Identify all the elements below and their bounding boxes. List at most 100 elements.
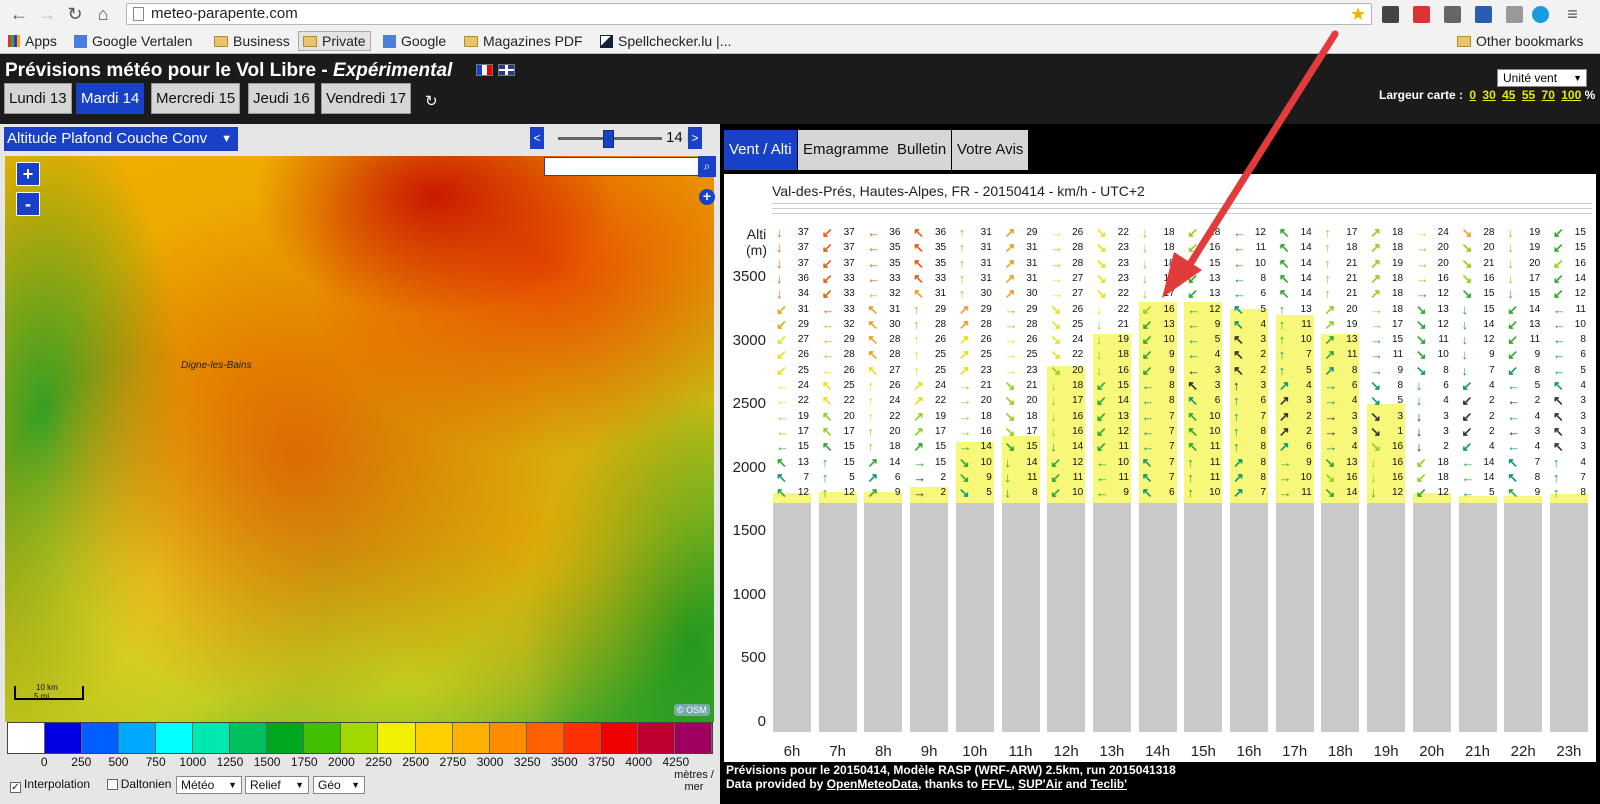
osm-attribution[interactable]: © OSM	[674, 704, 710, 716]
back-icon[interactable]: ←	[8, 3, 30, 25]
supair-link[interactable]: SUP'Air	[1018, 777, 1062, 791]
wind-column[interactable]: → 26 → 28 → 28 → 27 → 27 ↘ 26 ↘ 25 ↘ 24 ↘ 22 ↘ 20 ↓ 18 ↓ 17 ↓ 16 ↓…	[1046, 222, 1087, 732]
wind-column[interactable]: ↓ 19 ↓ 19 ↓ 20 ↓ 17 ↓ 15 ↙ 14 ↙ 13 ↙ 11 ↙ 9 ↙ 8 ← 5 ← 2 ← 4 ← 3 ← 4 ↖ 7…	[1503, 222, 1544, 732]
wind-column[interactable]: ↗ 29 ↗ 31 ↗ 31 ↗ 31 ↗ 30 → 29 → 28 → 26 → 25 → 23 ↘ 21 ↘ 20 ↘ 18 ↘…	[1000, 222, 1041, 732]
wind-column[interactable]: ↗ 18 ↗ 18 ↗ 19 ↗ 18 ↗ 18 → 18 → 17 → 15 → 11 → 9 ↘ 8 ↘ 5 ↘ 3 ↘ 1 ↘ 16…	[1366, 222, 1407, 732]
download-icon[interactable]	[1475, 6, 1492, 23]
bookmark-spellchecker[interactable]: Spellchecker.lu |...	[600, 32, 731, 50]
map-width-70[interactable]: 70	[1542, 88, 1555, 102]
wind-speed: 37	[797, 242, 809, 254]
bookmark-magazines[interactable]: Magazines PDF	[464, 32, 583, 50]
layer-select[interactable]: Altitude Plafond Couche Conv ▼	[4, 127, 238, 151]
flag-uk-icon[interactable]	[498, 64, 515, 76]
wind-column[interactable]: ↓ 37 ↓ 37 ↓ 37 ↓ 36 ↓ 34 ↙ 31 ↙ 29 ↙ 27 ↙ 26 ↙ 25 ← 24 ← 22 ← 19 ←…	[772, 222, 812, 732]
bookmark-apps[interactable]: Apps	[8, 32, 57, 50]
wind-cell: ← 7	[1139, 424, 1177, 439]
reload-icon[interactable]: ↻	[64, 3, 86, 25]
wind-arrow-icon: ↘	[1095, 286, 1107, 302]
map-width-45[interactable]: 45	[1502, 88, 1515, 102]
hour-next-button[interactable]: >	[688, 127, 702, 149]
zoom-in-button[interactable]: +	[16, 162, 40, 186]
bookmark-google-vertalen[interactable]: Google Vertalen	[74, 32, 192, 50]
forward-icon[interactable]: →	[36, 3, 58, 25]
tab-day-0[interactable]: Lundi 13	[4, 83, 72, 114]
wind-cell: ↘ 12	[1413, 317, 1451, 332]
extension-y-icon[interactable]	[1506, 6, 1523, 23]
tab-day-1[interactable]: Mardi 14	[76, 83, 145, 114]
wind-speed: 10	[1209, 425, 1221, 437]
wind-unit-select[interactable]: Unité vent ▼	[1497, 69, 1587, 87]
flag-fr-icon[interactable]	[476, 64, 493, 76]
wind-cell: ↖ 3	[1550, 424, 1588, 439]
wind-column[interactable]: ↙ 37 ↙ 37 ↙ 37 ↙ 33 ↙ 33 ← 33 ← 32 ← 29 ← 28 ← 26 ↖ 25 ↖ 22 ↖ 20 ↖…	[817, 222, 858, 732]
tab-emagramme[interactable]: Emagramme	[798, 130, 894, 170]
wind-arrow-icon: ↘	[958, 485, 970, 501]
tab-votre-avis[interactable]: Votre Avis	[952, 130, 1029, 170]
skype-icon[interactable]	[1532, 6, 1549, 23]
wind-cell: ↗ 8	[1230, 470, 1268, 485]
map-search-input[interactable]	[544, 157, 699, 176]
wind-arrow-icon: ↘	[1370, 408, 1381, 424]
tab-day-3[interactable]: Jeudi 16	[248, 83, 315, 114]
map-width-100[interactable]: 100	[1561, 88, 1581, 102]
geo-select[interactable]: Géo ▼	[313, 776, 365, 794]
wind-speed: 4	[1351, 441, 1358, 453]
hour-prev-button[interactable]: <	[530, 127, 544, 149]
wind-column[interactable]: → 24 → 20 → 20 → 16 → 12 ↘ 13 ↘ 12 ↘ 11 ↘ 10 ↘ 8 ↓ 6 ↓ 4 ↓ 3 ↓ 3 ↓ 2 ↙…	[1411, 222, 1452, 732]
wind-column[interactable]: ← 36 ← 35 ← 35 ← 33 ← 32 ↖ 31 ↖ 30 ↖ 28 ↖ 28 ↖ 27 ↑ 26 ↑ 24 ↑ 22 ↑…	[863, 222, 904, 732]
search-icon[interactable]: ⌕	[698, 156, 716, 177]
hour-slider-thumb[interactable]	[603, 130, 614, 148]
bookmark-star-icon[interactable]: ★	[1350, 4, 1366, 25]
wind-arrow-icon: ↖	[821, 408, 833, 424]
daltonien-checkbox[interactable]	[106, 779, 118, 790]
ffvl-link[interactable]: FFVL	[981, 777, 1011, 791]
wind-column[interactable]: ↙ 15 ↙ 15 ↙ 16 ↙ 14 ↙ 12 ← 11 ← 10 ← 8 ← 6 ← 5 ↖ 4 ↖ 3 ↖ 3 ↖ 3 ↖ 3 ↑ 4 ↑…	[1548, 222, 1589, 732]
wind-speed: 13	[1437, 303, 1449, 315]
home-icon[interactable]: ⌂	[92, 3, 114, 25]
bookmark-business[interactable]: Business	[214, 32, 290, 50]
openmeteodata-link[interactable]: OpenMeteoData	[827, 777, 918, 791]
wind-arrow-icon: →	[1004, 332, 1018, 348]
wind-speed: 16	[1163, 303, 1175, 315]
wind-cell: ↖ 3	[1550, 409, 1588, 424]
wind-arrow-icon: ↘	[1415, 347, 1427, 363]
zoom-out-button[interactable]: -	[16, 192, 40, 216]
map-width-55[interactable]: 55	[1522, 88, 1535, 102]
extension-red-icon[interactable]	[1413, 6, 1430, 23]
map-scale-bar: 10 km 5 mi	[14, 683, 84, 701]
wind-cell: ↗ 19	[1367, 256, 1405, 271]
bookmark-other[interactable]: Other bookmarks	[1457, 32, 1583, 50]
wind-column[interactable]: ↘ 28 ↘ 20 ↘ 21 ↘ 16 ↘ 15 ↓ 15 ↓ 14 ↓ 12 ↓ 9 ↓ 7 ↙ 4 ↙ 2 ↙ 2 ↙ 2 ↙ 4 ← 1…	[1457, 222, 1498, 732]
wind-arrow-icon: ↙	[1141, 347, 1153, 363]
map-view[interactable]	[5, 156, 714, 722]
teclib-link[interactable]: Teclib'	[1090, 777, 1127, 791]
wind-speed: 4	[1351, 395, 1358, 407]
bookmark-private[interactable]: Private	[298, 31, 371, 51]
wind-arrow-icon: ↗	[1370, 270, 1381, 286]
map-width-0[interactable]: 0	[1469, 88, 1476, 102]
wind-arrow-icon: →	[1324, 393, 1338, 409]
address-bar[interactable]: meteo-parapente.com	[126, 3, 1372, 25]
tab-day-4[interactable]: Vendredi 17	[321, 83, 412, 114]
wind-cell: → 18	[956, 409, 994, 424]
meteo-select[interactable]: Météo ▼	[176, 776, 242, 794]
wind-speed: 9	[894, 487, 901, 499]
wind-speed: 23	[1117, 242, 1129, 254]
wrench-icon[interactable]	[1444, 6, 1461, 23]
menu-icon[interactable]: ≡	[1564, 5, 1581, 23]
map-width-30[interactable]: 30	[1482, 88, 1495, 102]
wind-column[interactable]: ↑ 31 ↑ 31 ↑ 31 ↑ 31 ↑ 30 ↗ 29 ↗ 28 ↗ 26 ↗ 25 ↗ 23 → 21 → 20 → 18 →…	[954, 222, 995, 732]
relief-select[interactable]: Relief ▼	[245, 776, 309, 794]
refresh-icon[interactable]: ↻	[425, 92, 438, 110]
wind-speed: 11	[1209, 471, 1221, 483]
interpolation-checkbox[interactable]: ✓	[10, 782, 21, 793]
tab-bulletin[interactable]: Bulletin	[892, 130, 952, 170]
wind-speed: 14	[1483, 456, 1495, 468]
wind-column[interactable]: ↖ 36 ↖ 35 ↖ 35 ↖ 33 ↖ 31 ↑ 29 ↑ 28 ↑ 26 ↑ 25 ↑ 25 ↗ 24 ↗ 22 ↗ 19 ↗…	[909, 222, 950, 732]
tab-vent-alti[interactable]: Vent / Alti	[724, 130, 797, 170]
tab-day-2[interactable]: Mercredi 15	[151, 83, 241, 114]
extension-puzzle-icon[interactable]	[1382, 6, 1399, 23]
layer-switcher-plus-icon[interactable]: +	[699, 189, 715, 205]
bookmark-google[interactable]: Google	[383, 32, 446, 50]
wind-column[interactable]: ↘ 22 ↘ 23 ↘ 23 ↘ 23 ↘ 22 ↓ 22 ↓ 21 ↓ 19 ↓ 18 ↓ 16 ↙ 15 ↙ 14 ↙ 13 ↙…	[1091, 222, 1132, 732]
